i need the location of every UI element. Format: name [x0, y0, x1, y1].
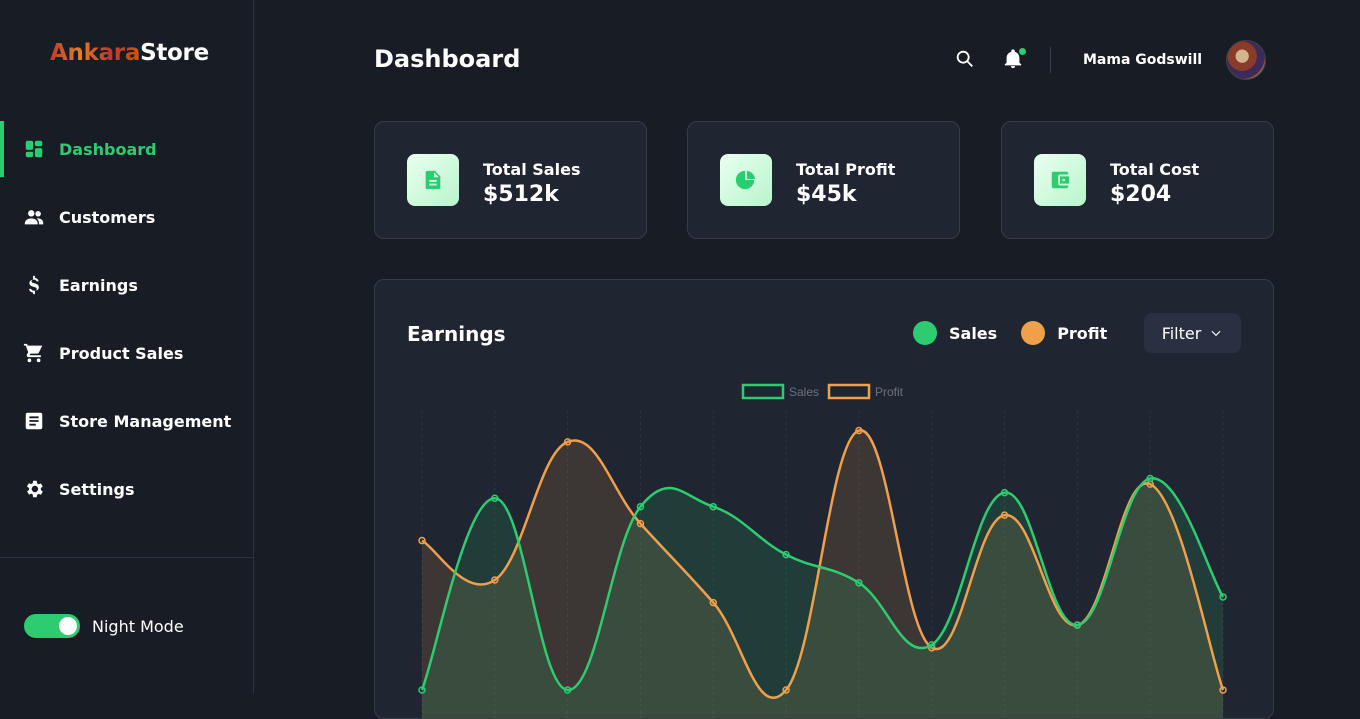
stat-label: Total Sales: [483, 160, 581, 179]
sidebar-item-customers[interactable]: Customers: [0, 183, 253, 251]
wallet-icon: [1051, 171, 1070, 189]
sidebar-nav: Dashboard Customers Earnings Product Sal…: [0, 115, 253, 523]
stat-card-total-sales[interactable]: Total Sales $512k: [374, 121, 647, 239]
chart-legend-box-sales: [741, 383, 785, 400]
document-icon: [425, 170, 441, 190]
brand-logo[interactable]: AnkaraStore: [50, 40, 209, 66]
legend-label: Sales: [949, 323, 998, 343]
sidebar-item-label: Product Sales: [59, 343, 184, 363]
notification-badge: [1019, 48, 1026, 55]
filter-dropdown[interactable]: Filter: [1144, 313, 1241, 353]
sidebar-item-store-management[interactable]: Store Management: [0, 387, 253, 455]
earnings-title: Earnings: [407, 322, 506, 346]
earnings-chart: Sales Profit: [418, 383, 1227, 718]
stat-icon-box: [1034, 154, 1086, 206]
chart-legend-label-sales: Sales: [789, 385, 819, 399]
stat-card-total-cost[interactable]: Total Cost $204: [1001, 121, 1274, 239]
earnings-legend: Sales Profit: [913, 321, 1131, 345]
legend-label: Profit: [1057, 323, 1108, 343]
people-icon: [24, 210, 44, 225]
legend-dot-profit: [1021, 321, 1046, 345]
sidebar-item-dashboard[interactable]: Dashboard: [0, 115, 253, 183]
legend-item-sales[interactable]: Sales: [913, 321, 997, 345]
sidebar-item-earnings[interactable]: Earnings: [0, 251, 253, 319]
stat-label: Total Cost: [1110, 160, 1200, 179]
gear-icon: [27, 480, 43, 498]
pie-chart-icon: [735, 170, 756, 190]
legend-item-profit[interactable]: Profit: [1021, 321, 1107, 345]
sidebar-item-label: Store Management: [59, 411, 232, 431]
sidebar-item-settings[interactable]: Settings: [0, 455, 253, 523]
header-actions: Mama Godswill: [954, 38, 1267, 82]
stat-value: $204: [1110, 182, 1172, 207]
avatar[interactable]: [1226, 40, 1267, 80]
sidebar-item-label: Settings: [59, 479, 135, 499]
stat-label: Total Profit: [796, 160, 896, 179]
sidebar: AnkaraStore Dashboard Customers Earnings…: [0, 0, 254, 693]
sidebar-divider: [0, 557, 253, 558]
chart-legend-box-profit: [827, 383, 871, 400]
night-mode-toggle[interactable]: [24, 614, 80, 638]
filter-label: Filter: [1161, 323, 1202, 343]
sidebar-item-label: Earnings: [59, 275, 138, 295]
stat-value: $512k: [483, 182, 559, 207]
search-icon: [956, 50, 973, 67]
user-name[interactable]: Mama Godswill: [1083, 52, 1202, 68]
stat-value: $45k: [796, 182, 857, 207]
legend-dot-sales: [913, 321, 937, 345]
cart-icon: [23, 343, 43, 363]
sidebar-item-label: Customers: [59, 207, 156, 227]
dashboard-icon: [25, 140, 43, 158]
document-icon: [25, 412, 43, 430]
chart-legend-label-profit: Profit: [875, 385, 904, 399]
dollar-icon: [29, 275, 39, 295]
sidebar-item-product-sales[interactable]: Product Sales: [0, 319, 253, 387]
notifications-button[interactable]: [1002, 48, 1026, 72]
header-divider: [1050, 47, 1051, 73]
search-button[interactable]: [954, 48, 978, 72]
night-mode-label: Night Mode: [92, 616, 184, 636]
night-mode-control: Night Mode: [24, 614, 184, 638]
stat-icon-box: [407, 154, 459, 206]
chevron-down-icon: [1211, 330, 1221, 337]
earnings-panel: Earnings Sales Profit Filter Sales Profit: [374, 279, 1274, 719]
main-content: Dashboard Mama Godswill Total Sales $512…: [254, 0, 1360, 719]
stat-icon-box: [720, 154, 772, 206]
stat-card-total-profit[interactable]: Total Profit $45k: [687, 121, 960, 239]
toggle-knob: [59, 617, 77, 635]
page-title: Dashboard: [374, 45, 521, 73]
sidebar-item-label: Dashboard: [59, 139, 157, 159]
